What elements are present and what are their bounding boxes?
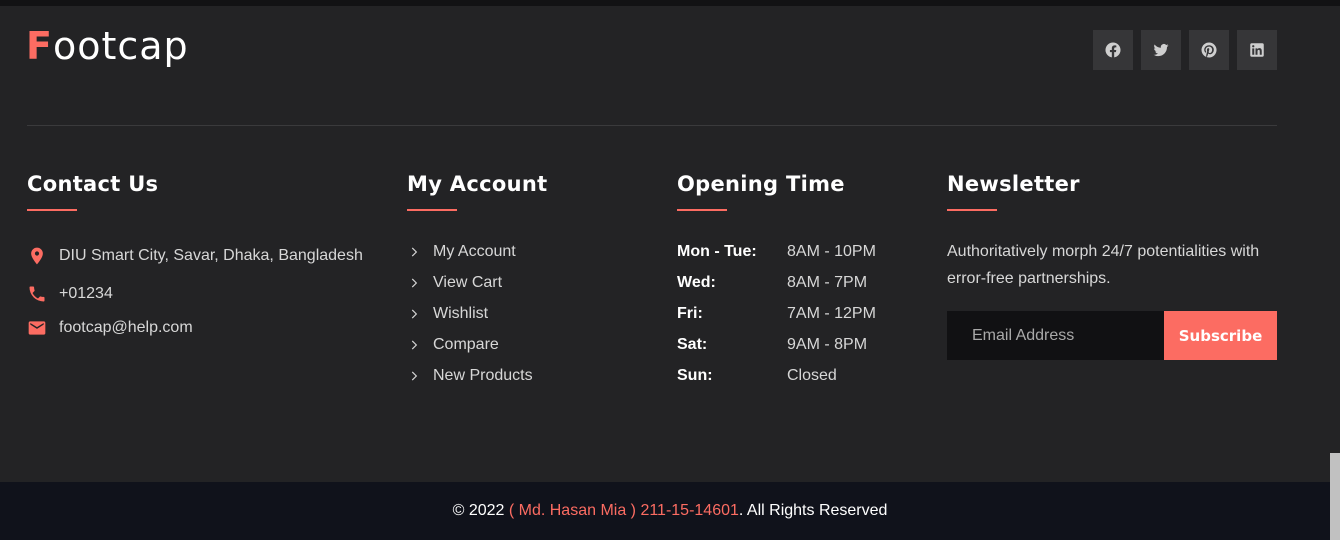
social-links bbox=[1093, 30, 1277, 70]
hours-row: Mon - Tue: 8AM - 10PM bbox=[677, 243, 876, 261]
email-input[interactable] bbox=[947, 311, 1164, 360]
pinterest-icon bbox=[1201, 42, 1217, 58]
contact-email[interactable]: footcap@help.com bbox=[27, 318, 193, 338]
linkedin-button[interactable] bbox=[1237, 30, 1277, 70]
copyright-bar: © 2022 ( Md. Hasan Mia ) 211-15-14601. A… bbox=[0, 482, 1340, 540]
account-link-view-cart[interactable]: View Cart bbox=[407, 274, 502, 292]
top-strip bbox=[0, 0, 1340, 6]
account-link-my-account[interactable]: My Account bbox=[407, 243, 516, 261]
opening-title-underline bbox=[677, 209, 727, 211]
hours-row: Fri: 7AM - 12PM bbox=[677, 305, 876, 323]
twitter-icon bbox=[1153, 43, 1169, 57]
hours-time: 8AM - 7PM bbox=[787, 274, 868, 291]
contact-title-underline bbox=[27, 209, 77, 211]
chevron-right-icon bbox=[411, 340, 418, 350]
copyright-suffix: . All Rights Reserved bbox=[738, 502, 888, 519]
contact-title: Contact Us bbox=[27, 172, 159, 196]
account-link-new-products[interactable]: New Products bbox=[407, 367, 533, 385]
contact-section: Contact Us DIU Smart City, Savar, Dhaka,… bbox=[27, 172, 363, 336]
scrollbar-thumb[interactable] bbox=[1330, 453, 1340, 540]
account-link-wishlist[interactable]: Wishlist bbox=[407, 305, 488, 323]
mail-icon bbox=[28, 321, 46, 335]
hours-day: Fri: bbox=[677, 305, 703, 322]
chevron-right-icon bbox=[411, 247, 418, 257]
copyright-prefix: © 2022 bbox=[452, 502, 509, 519]
hours-row: Wed: 8AM - 7PM bbox=[677, 274, 867, 292]
newsletter-description: Authoritatively morph 24/7 potentialitie… bbox=[947, 243, 1260, 287]
hours-time: 7AM - 12PM bbox=[787, 305, 876, 322]
hours-row: Sun: Closed bbox=[677, 367, 837, 385]
facebook-button[interactable] bbox=[1093, 30, 1133, 70]
account-link-label: Compare bbox=[433, 336, 499, 353]
hours-day: Wed: bbox=[677, 274, 716, 291]
hours-day: Sat: bbox=[677, 336, 708, 353]
account-section: My Account My Account View Cart Wishlist… bbox=[407, 172, 548, 384]
opening-section: Opening Time Mon - Tue: 8AM - 10PM Wed: … bbox=[677, 172, 876, 384]
hours-day: Sun: bbox=[677, 367, 713, 384]
linkedin-icon bbox=[1250, 43, 1264, 57]
opening-title: Opening Time bbox=[677, 172, 845, 196]
newsletter-form: Subscribe bbox=[947, 311, 1277, 360]
logo-first-letter: F bbox=[26, 24, 53, 68]
contact-email-text: footcap@help.com bbox=[59, 319, 193, 336]
account-title-underline bbox=[407, 209, 457, 211]
copyright-author-link[interactable]: ( Md. Hasan Mia ) 211-15-14601 bbox=[509, 502, 739, 520]
chevron-right-icon bbox=[411, 278, 418, 288]
chevron-right-icon bbox=[411, 371, 418, 381]
account-link-compare[interactable]: Compare bbox=[407, 336, 499, 354]
account-title: My Account bbox=[407, 172, 548, 196]
location-pin-icon bbox=[31, 247, 43, 265]
newsletter-title-underline bbox=[947, 209, 997, 211]
hours-day: Mon - Tue: bbox=[677, 243, 757, 260]
twitter-button[interactable] bbox=[1141, 30, 1181, 70]
contact-address-text: DIU Smart City, Savar, Dhaka, Bangladesh bbox=[59, 247, 363, 264]
subscribe-button[interactable]: Subscribe bbox=[1164, 311, 1277, 360]
newsletter-title: Newsletter bbox=[947, 172, 1080, 196]
contact-phone[interactable]: +01234 bbox=[27, 284, 113, 304]
contact-phone-text: +01234 bbox=[59, 285, 113, 302]
account-link-label: View Cart bbox=[433, 274, 503, 291]
hours-time: Closed bbox=[787, 367, 837, 384]
account-link-label: New Products bbox=[433, 367, 533, 384]
newsletter-section: Newsletter Authoritatively morph 24/7 po… bbox=[947, 172, 1277, 360]
account-link-label: My Account bbox=[433, 243, 516, 260]
brand-logo[interactable]: Footcap bbox=[26, 24, 189, 68]
pinterest-button[interactable] bbox=[1189, 30, 1229, 70]
account-link-label: Wishlist bbox=[433, 305, 489, 322]
chevron-right-icon bbox=[411, 309, 418, 319]
hours-row: Sat: 9AM - 8PM bbox=[677, 336, 867, 354]
hours-time: 9AM - 8PM bbox=[787, 336, 868, 353]
logo-text: ootcap bbox=[52, 24, 189, 68]
phone-icon bbox=[29, 286, 45, 302]
contact-address: DIU Smart City, Savar, Dhaka, Bangladesh bbox=[27, 246, 363, 266]
hours-time: 8AM - 10PM bbox=[787, 243, 876, 260]
facebook-icon bbox=[1105, 42, 1121, 58]
footer-divider bbox=[27, 125, 1277, 126]
